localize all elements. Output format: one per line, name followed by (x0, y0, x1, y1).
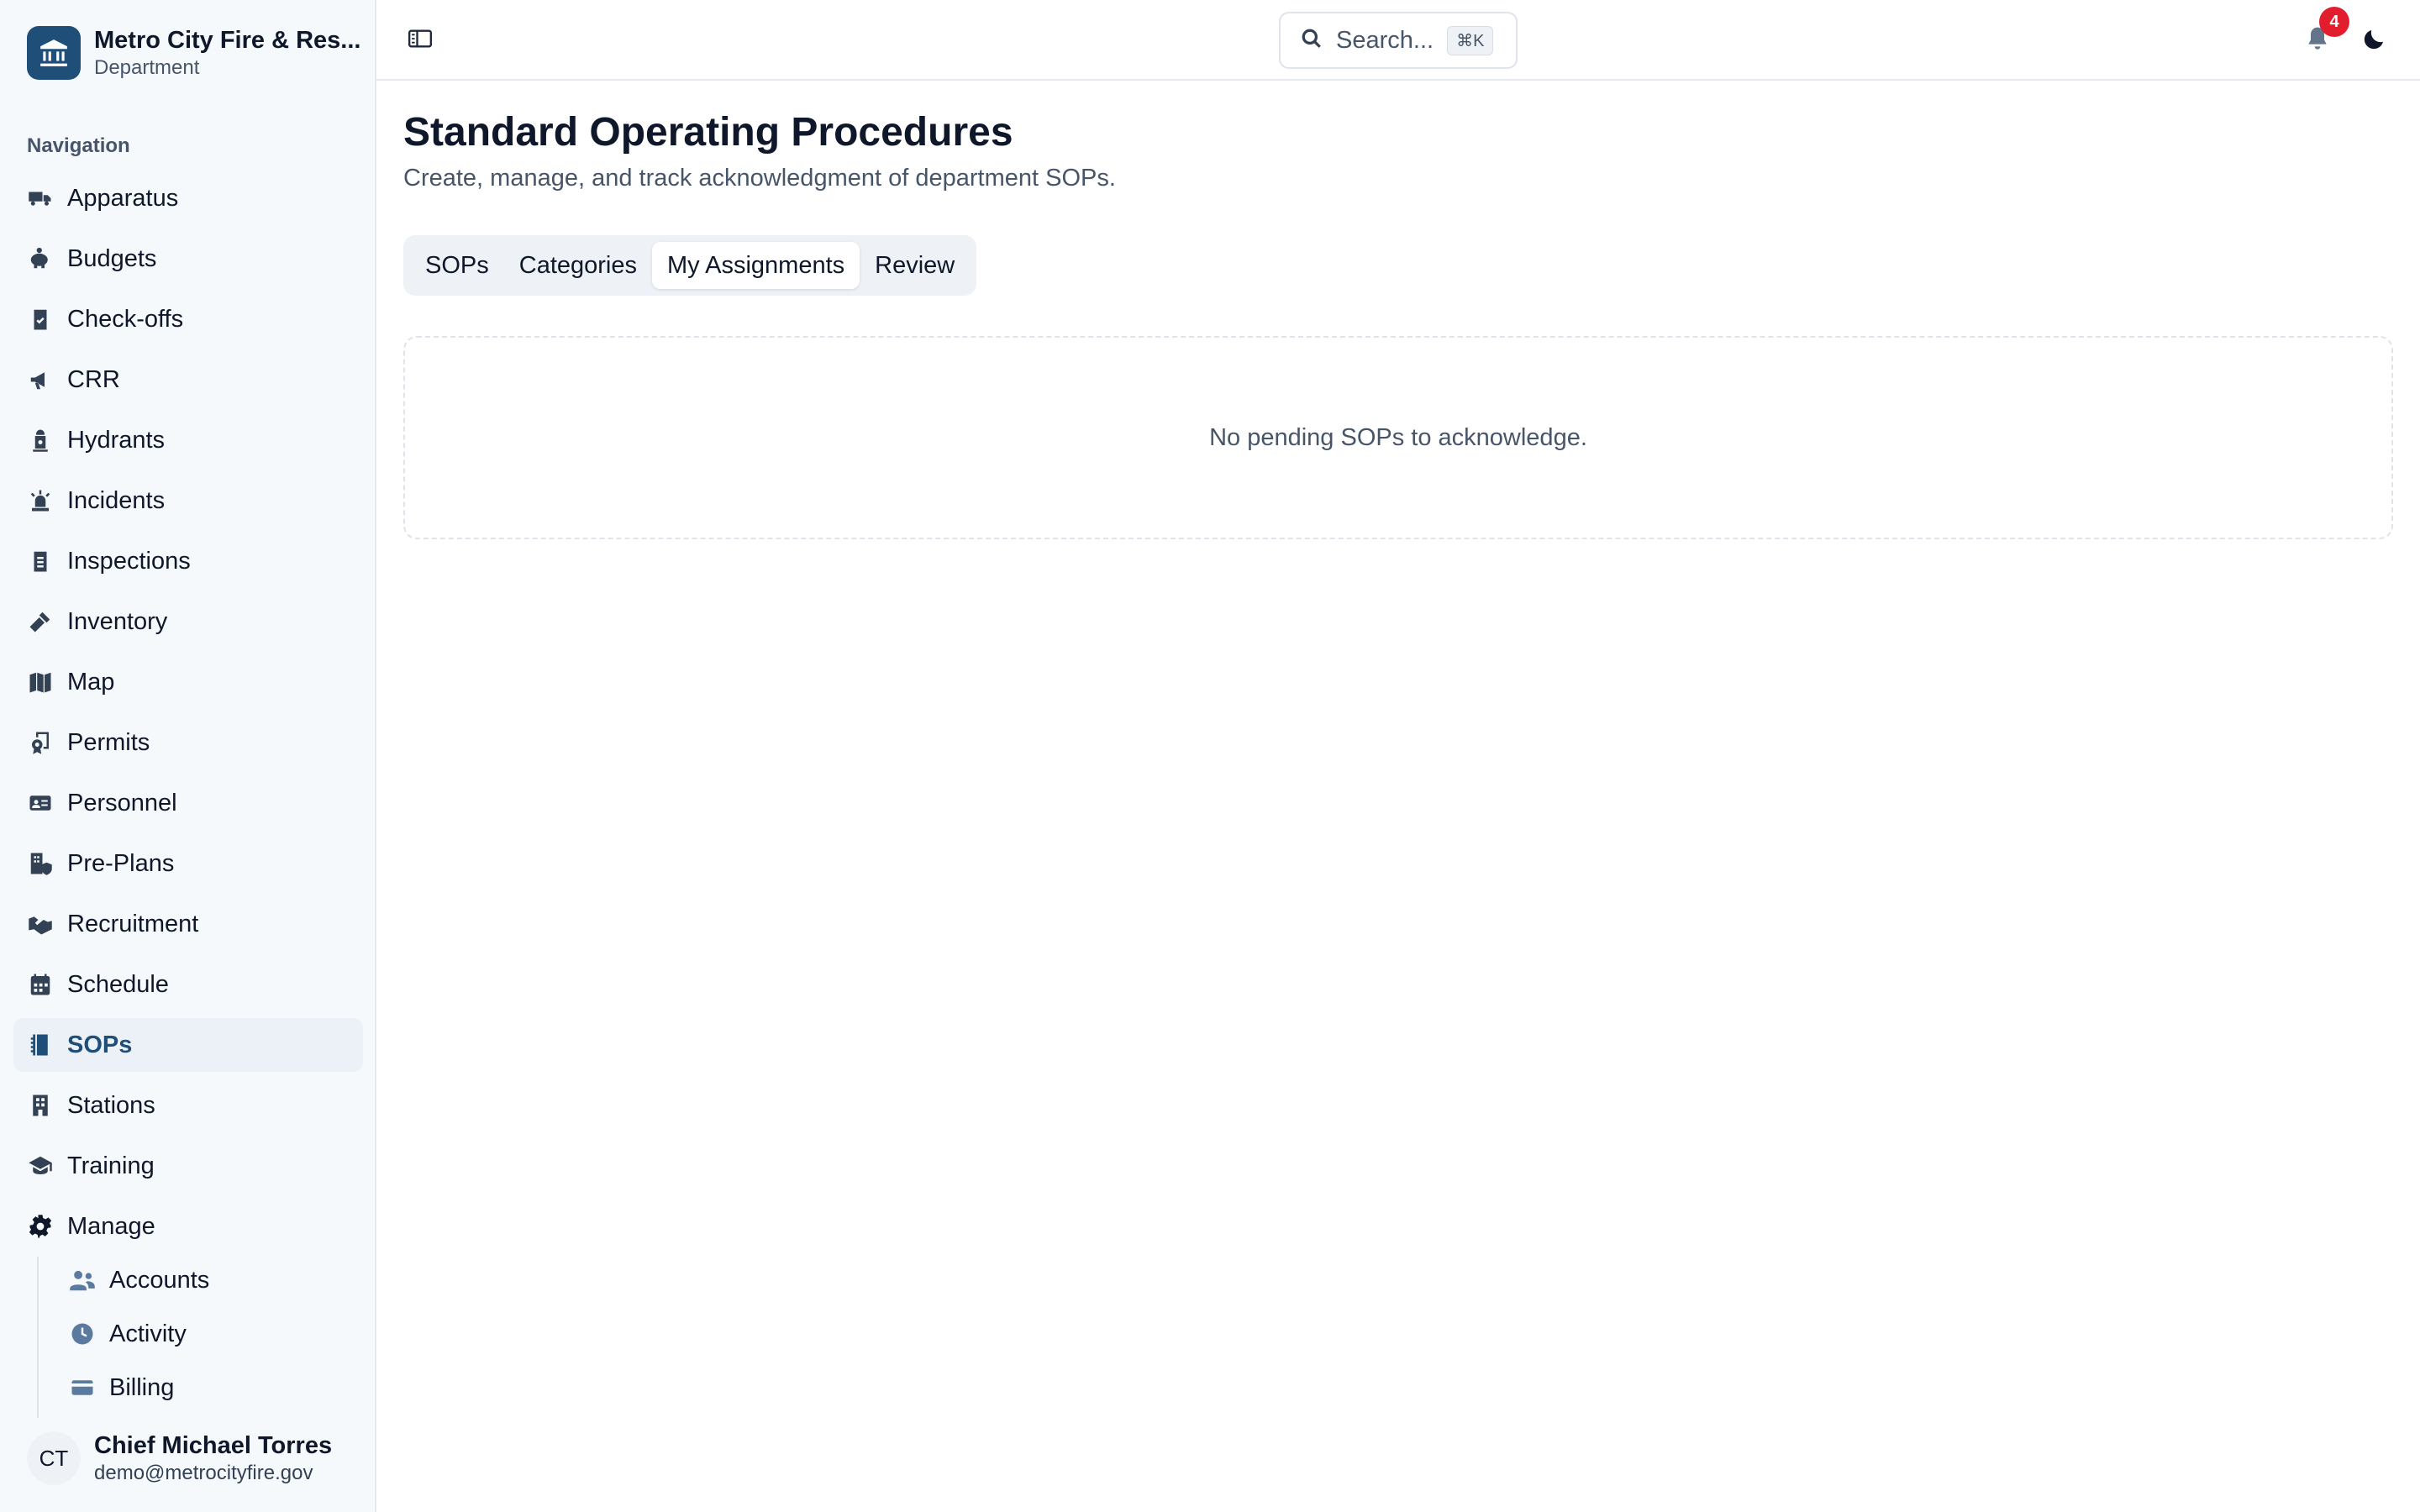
sidebar: Metro City Fire & Res... Department Navi… (0, 0, 376, 1512)
map-icon (27, 669, 54, 696)
empty-state-message: No pending SOPs to acknowledge. (1209, 423, 1587, 451)
tab-my-assignments[interactable]: My Assignments (652, 242, 860, 289)
sidebar-item-label: Budgets (67, 244, 157, 272)
sidebar-item-label: Permits (67, 728, 150, 756)
sidebar-item-stations[interactable]: Stations (13, 1079, 363, 1132)
sidebar-toggle-button[interactable] (407, 27, 434, 54)
calendar-icon (27, 971, 54, 998)
sidebar-item-incidents[interactable]: Incidents (13, 474, 363, 528)
sidebar-item-label: Training (67, 1152, 155, 1179)
handshake-icon (27, 911, 54, 937)
user-menu[interactable]: CT Chief Michael Torres demo@metrocityfi… (27, 1428, 363, 1488)
page-title: Standard Operating Procedures (403, 110, 1013, 155)
sidebar-item-label: Apparatus (67, 184, 179, 212)
building-icon (27, 1092, 54, 1119)
page-subtitle: Create, manage, and track acknowledgment… (403, 165, 1116, 192)
tools-icon (27, 608, 54, 635)
tab-review[interactable]: Review (860, 242, 970, 289)
sidebar-subitem-accounts[interactable]: Accounts (55, 1257, 363, 1304)
credit-card-icon (69, 1374, 96, 1401)
clock-icon (69, 1320, 96, 1347)
org-name: Metro City Fire & Res... (94, 27, 361, 54)
sidebar-item-label: Pre-Plans (67, 849, 175, 877)
sidebar-item-inspections[interactable]: Inspections (13, 534, 363, 588)
sidebar-item-apparatus[interactable]: Apparatus (13, 171, 363, 225)
hydrant-icon (27, 427, 54, 454)
book-icon (27, 1032, 54, 1058)
nav-heading: Navigation (27, 134, 130, 157)
org-type: Department (94, 56, 200, 79)
siren-icon (27, 487, 54, 514)
sidebar-item-hydrants[interactable]: Hydrants (13, 413, 363, 467)
sidebar-item-budgets[interactable]: Budgets (13, 232, 363, 286)
org-text: Metro City Fire & Res... Department (94, 25, 360, 81)
sidebar-item-schedule[interactable]: Schedule (13, 958, 363, 1011)
search-label: Search... (1336, 26, 1434, 54)
sidebar-item-label: CRR (67, 365, 120, 393)
sidebar-subitem-label: Billing (109, 1373, 175, 1401)
topbar: Search... ⌘K 4 (376, 0, 2420, 81)
sidebar-item-map[interactable]: Map (13, 655, 363, 709)
sidebar-item-check-offs[interactable]: Check-offs (13, 292, 363, 346)
sidebar-item-sops[interactable]: SOPs (13, 1018, 363, 1072)
sidebar-item-label: Hydrants (67, 426, 166, 454)
app-root: Metro City Fire & Res... Department Navi… (0, 0, 2420, 1512)
sidebar-subitem-activity[interactable]: Activity (55, 1310, 363, 1357)
sidebar-toggle-icon (408, 29, 432, 53)
sidebar-item-permits[interactable]: Permits (13, 716, 363, 769)
nav-list: Apparatus Budgets Check-offs CRR Hydrant… (13, 171, 363, 1260)
clipboard-list-icon (27, 548, 54, 575)
sidebar-item-label: Check-offs (67, 305, 184, 333)
org-switcher[interactable]: Metro City Fire & Res... Department (27, 25, 363, 81)
main-content: Search... ⌘K 4 Standard Operating Proced… (376, 0, 2420, 1512)
sidebar-item-label: SOPs (67, 1031, 133, 1058)
building-shield-icon (27, 850, 54, 877)
sidebar-item-recruitment[interactable]: Recruitment (13, 897, 363, 951)
users-icon (69, 1267, 96, 1294)
sidebar-subitem-billing[interactable]: Billing (55, 1364, 363, 1411)
sidebar-item-label: Inspections (67, 547, 191, 575)
user-email: demo@metrocityfire.gov (94, 1462, 313, 1484)
tab-sops[interactable]: SOPs (410, 242, 504, 289)
sidebar-item-label: Manage (67, 1212, 155, 1240)
user-text: Chief Michael Torres demo@metrocityfire.… (94, 1431, 332, 1486)
sidebar-item-pre-plans[interactable]: Pre-Plans (13, 837, 363, 890)
user-name: Chief Michael Torres (94, 1432, 333, 1459)
avatar: CT (27, 1431, 81, 1485)
manage-sub-list: Accounts Activity Billing (37, 1257, 363, 1418)
gear-icon (27, 1213, 54, 1240)
sidebar-item-label: Schedule (67, 970, 169, 998)
sidebar-item-personnel[interactable]: Personnel (13, 776, 363, 830)
notification-count-badge: 4 (2319, 7, 2349, 37)
sidebar-item-label: Recruitment (67, 910, 199, 937)
fire-truck-icon (27, 185, 54, 212)
tab-categories[interactable]: Categories (504, 242, 652, 289)
sidebar-item-label: Map (67, 668, 115, 696)
search-icon (1301, 28, 1323, 54)
sidebar-item-label: Incidents (67, 486, 166, 514)
sidebar-item-training[interactable]: Training (13, 1139, 363, 1193)
megaphone-icon (27, 366, 54, 393)
moon-icon (2362, 26, 2387, 55)
sidebar-item-crr[interactable]: CRR (13, 353, 363, 407)
piggy-bank-icon (27, 245, 54, 272)
sidebar-subitem-label: Accounts (109, 1266, 210, 1294)
sidebar-subitem-label: Activity (109, 1320, 187, 1347)
org-logo-icon (27, 26, 81, 80)
id-card-icon (27, 790, 54, 816)
graduation-cap-icon (27, 1152, 54, 1179)
theme-toggle-button[interactable] (2360, 25, 2390, 55)
sidebar-item-label: Personnel (67, 789, 177, 816)
search-shortcut: ⌘K (1447, 25, 1494, 55)
empty-state: No pending SOPs to acknowledge. (403, 336, 2393, 539)
clipboard-check-icon (27, 306, 54, 333)
search-button[interactable]: Search... ⌘K (1279, 12, 1518, 69)
certificate-icon (27, 729, 54, 756)
sidebar-item-inventory[interactable]: Inventory (13, 595, 363, 648)
sidebar-item-label: Stations (67, 1091, 155, 1119)
sidebar-item-manage[interactable]: Manage (13, 1200, 363, 1253)
sop-tabs: SOPs Categories My Assignments Review (403, 235, 977, 296)
sidebar-item-label: Inventory (67, 607, 168, 635)
